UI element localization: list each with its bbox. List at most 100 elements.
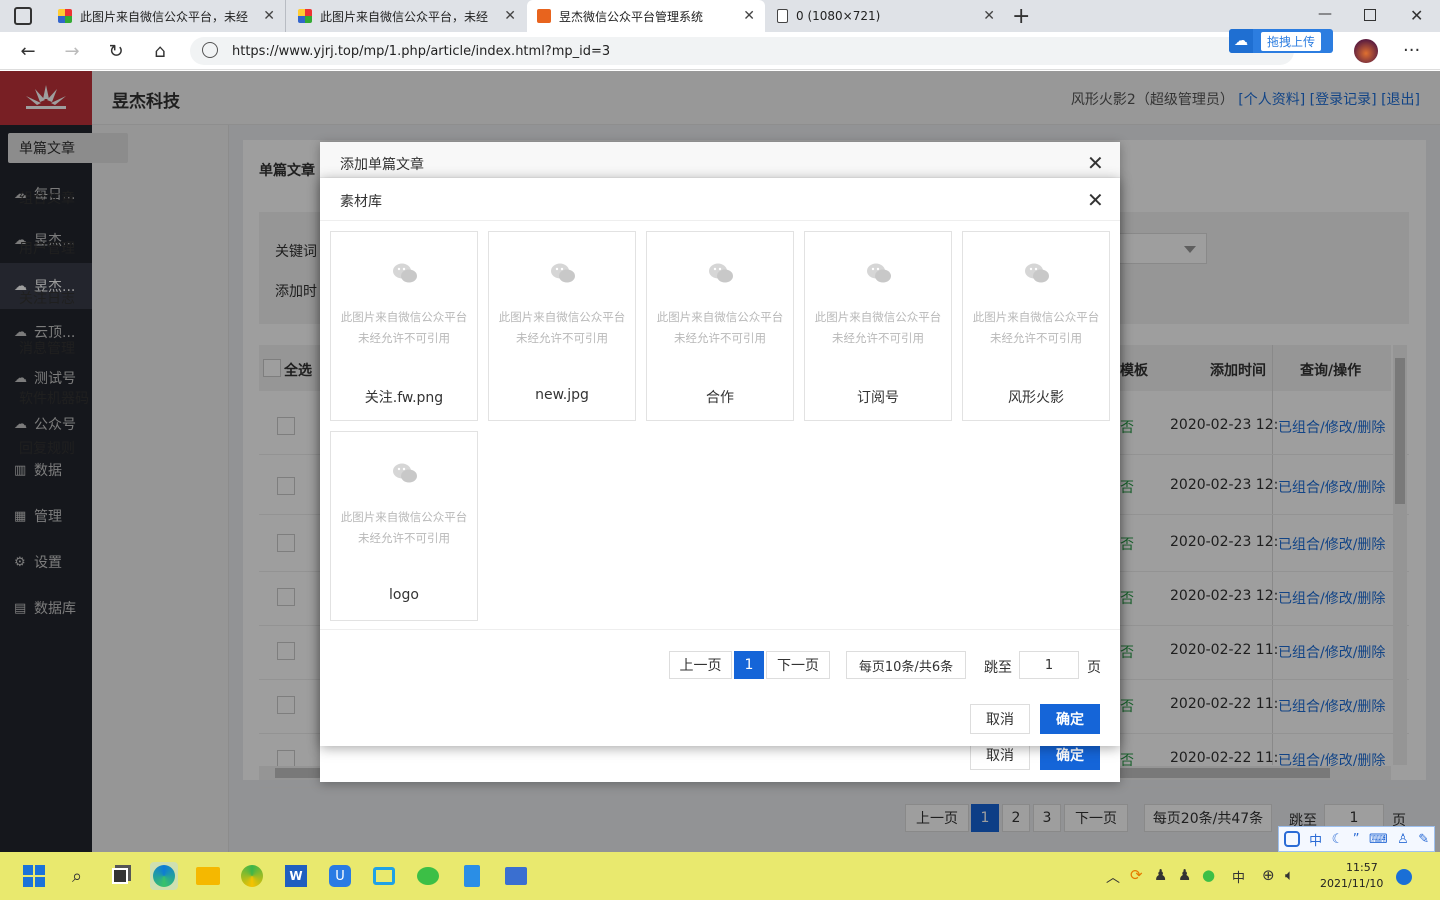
browser-tab-bar: 此图片来自微信公众平台，未经 ✕ 此图片来自微信公众平台，未经 ✕ 昱杰微信公众… <box>0 0 1440 32</box>
close-window-icon[interactable]: ✕ <box>1410 6 1423 25</box>
keyboard-icon[interactable]: ⌨ <box>1369 832 1388 847</box>
wechat-watermark: 此图片来自微信公众平台 未经允许不可引用 <box>963 307 1109 349</box>
sync-icon[interactable]: ⟳ <box>1130 866 1143 884</box>
material-tile[interactable]: 此图片来自微信公众平台 未经允许不可引用 关注.fw.png <box>330 231 478 421</box>
material-tile[interactable]: 此图片来自微信公众平台 未经允许不可引用 订阅号 <box>804 231 952 421</box>
wechat-placeholder-icon <box>550 262 576 284</box>
ime-mode[interactable]: 中 <box>1309 830 1322 849</box>
wechat-watermark: 此图片来自微信公众平台 未经允许不可引用 <box>647 307 793 349</box>
material-tile[interactable]: 此图片来自微信公众平台 未经允许不可引用 new.jpg <box>488 231 636 421</box>
edge-icon[interactable] <box>150 862 178 890</box>
wechat-placeholder-icon <box>392 462 418 484</box>
wechat-watermark: 此图片来自微信公众平台 未经允许不可引用 <box>805 307 951 349</box>
network-tool-icon[interactable] <box>502 862 530 890</box>
close-tab-icon[interactable]: ✕ <box>263 8 275 24</box>
home-icon[interactable]: ⌂ <box>148 39 172 63</box>
start-icon[interactable] <box>20 862 48 890</box>
tab-title: 昱杰微信公众平台管理系统 <box>559 9 704 24</box>
clock-date[interactable]: 2021/11/10 <box>1320 877 1383 890</box>
tab-title: 此图片来自微信公众平台，未经 <box>80 9 249 24</box>
close-tab-icon[interactable]: ✕ <box>743 8 755 24</box>
close-tab-icon[interactable]: ✕ <box>983 8 995 24</box>
close-tab-icon[interactable]: ✕ <box>504 8 516 24</box>
tab-title: 此图片来自微信公众平台，未经 <box>320 9 489 24</box>
wechat-placeholder-icon <box>708 262 734 284</box>
task-view-icon[interactable] <box>106 862 134 890</box>
tray-chevron-icon[interactable]: ︿ <box>1106 867 1120 887</box>
network-icon[interactable]: ⊕ <box>1262 866 1275 884</box>
qq-icon[interactable]: ♟ <box>1154 866 1167 884</box>
restore-icon[interactable] <box>1364 9 1376 21</box>
url-input[interactable]: https://www.yjrj.top/mp/1.php/article/in… <box>190 37 1294 65</box>
quote-icon[interactable]: ” <box>1353 832 1360 847</box>
document-icon <box>777 9 788 23</box>
profile-avatar[interactable] <box>1354 39 1378 63</box>
material-name: 风形火影 <box>1008 390 1064 406</box>
moon-icon[interactable]: ☾ <box>1332 832 1344 847</box>
material-ok-button[interactable]: 确定 <box>1040 704 1100 734</box>
wechat-watermark: 此图片来自微信公众平台 未经允许不可引用 <box>489 307 635 349</box>
wrench-icon[interactable]: ✎ <box>1418 832 1429 847</box>
tab-title: 0 (1080×721) <box>796 9 881 23</box>
close-material-dialog-icon[interactable]: ✕ <box>1087 190 1104 210</box>
watermark-line: 未经允许不可引用 <box>358 331 450 345</box>
site-favicon-icon <box>298 9 312 23</box>
upload-label: 拖拽上传 <box>1261 31 1322 51</box>
material-page-unit: 页 <box>1087 660 1101 676</box>
wechat-tray-icon[interactable]: ● <box>1202 866 1215 884</box>
watermark-line: 此图片来自微信公众平台 <box>340 310 468 324</box>
search-icon[interactable]: ⌕ <box>63 862 91 890</box>
qq-icon[interactable]: ♟ <box>1178 866 1191 884</box>
watermark-line: 此图片来自微信公众平台 <box>656 310 784 324</box>
watermark-line: 此图片来自微信公众平台 <box>498 310 626 324</box>
volume-icon[interactable]: 🔈︎ <box>1285 866 1294 884</box>
material-page-1-button[interactable]: 1 <box>734 651 764 679</box>
watermark-line: 此图片来自微信公众平台 <box>972 310 1100 324</box>
material-cancel-button[interactable]: 取消 <box>970 704 1030 734</box>
watermark-line: 未经允许不可引用 <box>516 331 608 345</box>
tab-actions-icon[interactable] <box>14 7 32 25</box>
cloud-icon: ☁ <box>1229 29 1253 53</box>
close-outer-dialog-icon[interactable]: ✕ <box>1087 153 1104 173</box>
ime-toolbar[interactable]: 中 ☾ ” ⌨ ♙ ✎ <box>1278 826 1435 852</box>
back-icon[interactable]: ← <box>16 39 40 63</box>
search-icon[interactable] <box>1283 831 1300 847</box>
browser-tab-1[interactable]: 此图片来自微信公众平台，未经 ✕ <box>48 0 286 32</box>
folder-icon[interactable] <box>194 862 222 890</box>
site-info-icon[interactable] <box>202 42 218 58</box>
material-prev-page-button[interactable]: 上一页 <box>669 651 732 679</box>
browser-tab-3-active[interactable]: 昱杰微信公众平台管理系统 ✕ <box>527 0 765 32</box>
material-tile[interactable]: 此图片来自微信公众平台 未经允许不可引用 logo <box>330 431 478 621</box>
drag-upload-button[interactable]: ☁ 拖拽上传 <box>1229 29 1333 53</box>
notepad-icon[interactable] <box>458 862 486 890</box>
material-jump-input[interactable]: 1 <box>1019 651 1079 679</box>
material-name: logo <box>389 587 419 603</box>
wechat-icon[interactable] <box>414 862 442 890</box>
browser-tab-2[interactable]: 此图片来自微信公众平台，未经 ✕ <box>288 0 526 32</box>
new-tab-icon[interactable]: + <box>1012 4 1030 29</box>
material-tile[interactable]: 此图片来自微信公众平台 未经允许不可引用 风形火影 <box>962 231 1110 421</box>
input-language[interactable]: 中 <box>1232 867 1245 886</box>
clock-time[interactable]: 11:57 <box>1346 861 1378 874</box>
app360-icon[interactable] <box>238 862 266 890</box>
app-u-icon[interactable]: U <box>326 862 354 890</box>
notification-icon[interactable] <box>1396 869 1412 885</box>
remote-icon[interactable] <box>370 862 398 890</box>
more-menu-icon[interactable]: ··· <box>1403 40 1420 61</box>
watermark-line: 此图片来自微信公众平台 <box>814 310 942 324</box>
forward-icon[interactable]: → <box>60 39 84 63</box>
material-next-page-button[interactable]: 下一页 <box>766 651 830 679</box>
browser-tab-4[interactable]: 0 (1080×721) ✕ <box>767 0 1005 32</box>
wechat-watermark: 此图片来自微信公众平台 未经允许不可引用 <box>331 507 477 549</box>
person-icon[interactable]: ♙ <box>1397 832 1409 847</box>
site-favicon-icon <box>58 9 72 23</box>
minimize-icon[interactable]: — <box>1318 6 1332 22</box>
watermark-line: 未经允许不可引用 <box>990 331 1082 345</box>
refresh-icon[interactable]: ↻ <box>104 39 128 63</box>
material-tile[interactable]: 此图片来自微信公众平台 未经允许不可引用 合作 <box>646 231 794 421</box>
dialog-divider <box>320 629 1120 630</box>
material-dialog-title: 素材库 <box>320 178 1120 221</box>
wechat-watermark: 此图片来自微信公众平台 未经允许不可引用 <box>331 307 477 349</box>
wechat-placeholder-icon <box>866 262 892 284</box>
word-icon[interactable]: W <box>282 862 310 890</box>
